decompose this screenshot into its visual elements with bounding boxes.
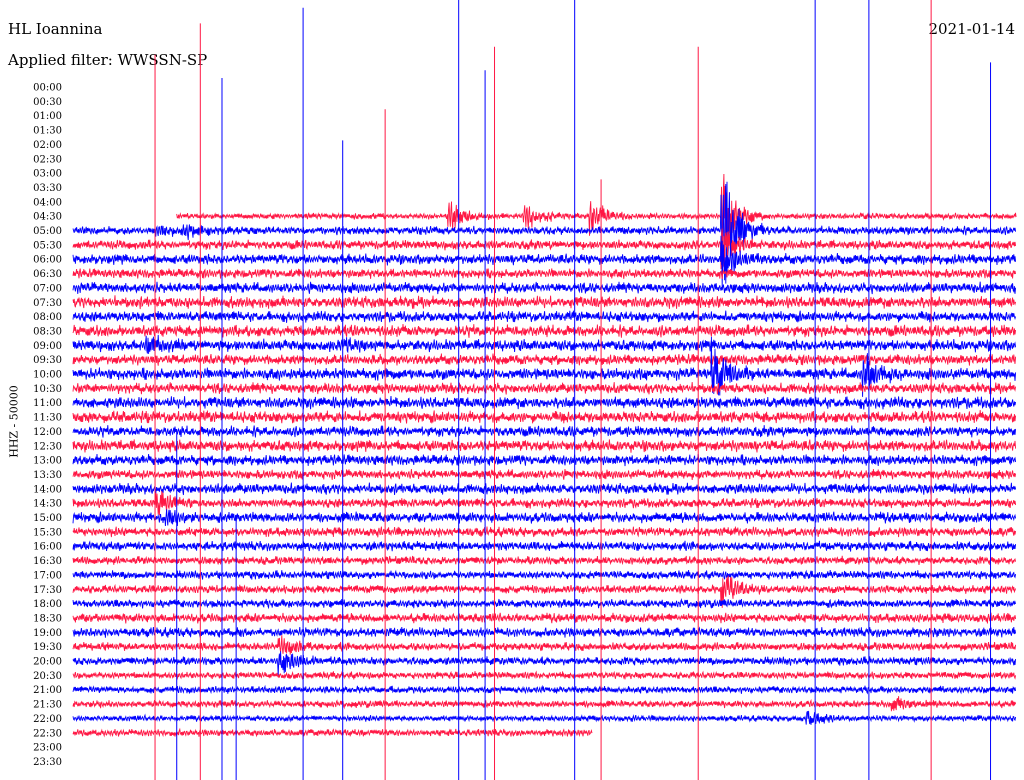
time-tick-label: 06:00	[33, 255, 62, 266]
trace-row	[72, 295, 1017, 310]
seismogram-page: HL Ioannina Applied filter: WWSSN-SP 202…	[0, 0, 1024, 780]
time-tick-label: 03:00	[33, 169, 62, 180]
time-tick-label: 18:00	[33, 599, 62, 610]
time-tick-label: 13:30	[33, 470, 62, 481]
time-tick-label: 06:30	[33, 269, 62, 280]
trace-row	[72, 710, 1017, 725]
time-tick-label: 12:30	[33, 441, 62, 452]
trace-row	[72, 439, 1017, 453]
trace-row	[72, 598, 1017, 610]
time-tick-label: 23:30	[33, 757, 62, 768]
time-tick-label: 01:30	[33, 126, 62, 137]
trace-row	[72, 696, 1017, 712]
time-tick-label: 10:30	[33, 384, 62, 395]
trace-row	[72, 281, 1017, 295]
time-tick-label: 20:00	[33, 657, 62, 668]
time-tick-label: 10:00	[33, 370, 62, 381]
time-tick-label: 17:00	[33, 570, 62, 581]
time-tick-label: 11:30	[33, 413, 62, 424]
trace-row	[72, 268, 1017, 279]
trace-row	[72, 395, 1017, 410]
time-tick-label: 22:00	[33, 714, 62, 725]
trace-row	[72, 626, 1017, 638]
time-tick-label: 21:00	[33, 685, 62, 696]
time-tick-label: 17:30	[33, 585, 62, 596]
time-tick-label: 05:00	[33, 226, 62, 237]
time-tick-label: 02:00	[33, 140, 62, 151]
trace-row	[72, 612, 1017, 624]
time-tick-label: 09:30	[33, 355, 62, 366]
trace-row	[72, 410, 1017, 424]
time-tick-label: 04:30	[33, 212, 62, 223]
helicorder-plot: 00:00 00:30 01:00 01:30 02:00 02:30 03:00 03:30…	[33, 0, 1017, 780]
time-tick-label: 07:30	[33, 298, 62, 309]
trace-row	[72, 425, 1017, 438]
time-tick-label: 04:00	[33, 197, 62, 208]
trace-row	[72, 651, 1017, 676]
trace-row	[72, 670, 1017, 681]
time-tick-label: 02:30	[33, 154, 62, 165]
trace-row	[72, 684, 1017, 695]
time-tick-label: 05:30	[33, 240, 62, 251]
time-tick-label: 00:30	[33, 97, 62, 108]
trace-row	[72, 490, 1017, 516]
trace-row	[72, 453, 1017, 467]
time-tick-label: 19:30	[33, 642, 62, 653]
time-tick-label: 00:00	[33, 83, 62, 94]
time-tick-label: 08:30	[33, 326, 62, 337]
time-tick-label: 23:00	[33, 743, 62, 754]
time-tick-label: 03:30	[33, 183, 62, 194]
trace-row	[72, 727, 593, 738]
time-tick-label: 15:00	[33, 513, 62, 524]
time-tick-label: 18:30	[33, 613, 62, 624]
trace-row	[72, 353, 1017, 366]
time-tick-label: 07:00	[33, 283, 62, 294]
time-tick-label: 16:00	[33, 542, 62, 553]
trace-row	[72, 555, 1017, 566]
time-tick-label: 11:00	[33, 398, 62, 409]
time-tick-label: 15:30	[33, 527, 62, 538]
trace-row	[72, 540, 1017, 552]
time-tick-label: 01:00	[33, 111, 62, 122]
time-tick-label: 08:00	[33, 312, 62, 323]
trace-row	[72, 509, 1017, 527]
trace-row	[72, 323, 1017, 338]
time-tick-label: 21:30	[33, 700, 62, 711]
trace-row	[72, 569, 1017, 580]
time-tick-label: 12:00	[33, 427, 62, 438]
time-tick-label: 20:30	[33, 671, 62, 682]
time-tick-label: 09:00	[33, 341, 62, 352]
trace-row	[72, 228, 1017, 270]
time-tick-label: 14:30	[33, 499, 62, 510]
trace-row	[72, 635, 1017, 655]
time-tick-label: 14:00	[33, 484, 62, 495]
trace-row	[72, 334, 1017, 354]
trace-row	[72, 482, 1017, 496]
trace-row	[72, 382, 1017, 395]
trace-row	[72, 468, 1017, 480]
trace-row	[72, 526, 1017, 538]
time-tick-label: 22:30	[33, 728, 62, 739]
trace-row	[72, 310, 1017, 323]
time-tick-label: 13:00	[33, 456, 62, 467]
time-tick-label: 19:00	[33, 628, 62, 639]
time-tick-label: 16:30	[33, 556, 62, 567]
